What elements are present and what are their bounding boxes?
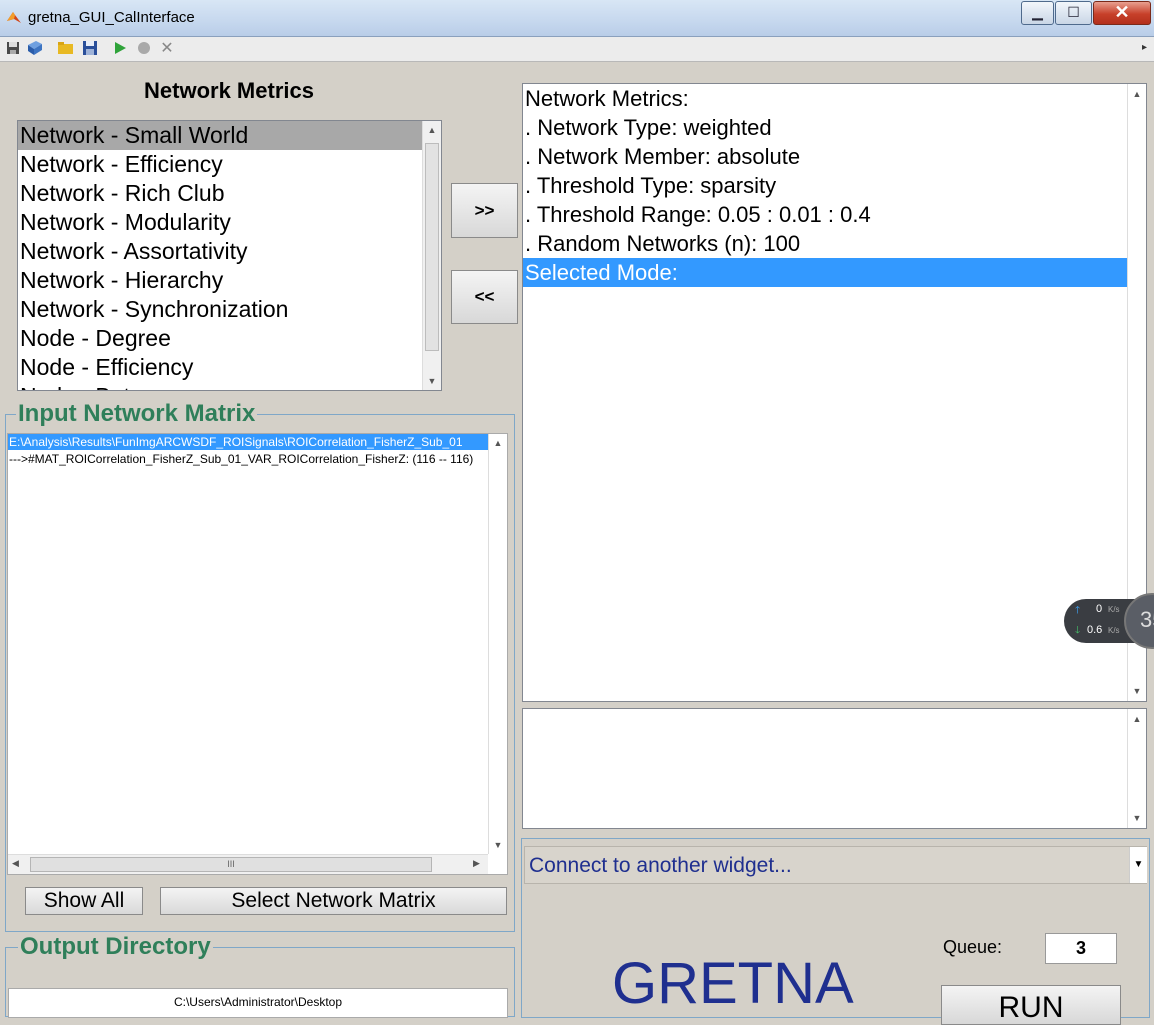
matrix-list[interactable]: E:\Analysis\Results\FunImgARCWSDF_ROISig… <box>7 433 508 875</box>
info-line-selected[interactable]: Selected Mode: <box>525 258 678 287</box>
save-icon[interactable] <box>4 40 22 58</box>
download-unit: K/s <box>1108 626 1120 635</box>
message-box[interactable]: ▲ ▼ <box>522 708 1147 829</box>
connect-widget-label: Connect to another widget... <box>529 854 792 877</box>
queue-label: Queue: <box>943 937 1003 957</box>
info-line[interactable]: . Network Member: absolute <box>525 142 800 171</box>
scroll-right-icon[interactable]: ▶ <box>473 858 480 869</box>
minimize-button[interactable]: ▁ <box>1021 1 1054 25</box>
add-metric-button[interactable]: >> <box>451 183 518 238</box>
maximize-icon: ☐ <box>1067 4 1080 20</box>
info-line[interactable]: . Random Networks (n): 100 <box>525 229 800 258</box>
scroll-down-icon[interactable]: ▼ <box>489 838 507 852</box>
info-line[interactable]: Network Metrics: <box>525 84 689 113</box>
matlab-icon <box>6 9 22 25</box>
upload-unit: K/s <box>1108 605 1120 614</box>
minimize-icon: ▁ <box>1032 4 1043 20</box>
matrix-hscrollbar[interactable]: ◀ III ▶ <box>8 854 488 874</box>
toolbar: ✕ ▸ <box>0 37 1154 62</box>
selected-metrics-list[interactable]: Network Metrics: . Network Type: weighte… <box>522 83 1147 702</box>
run-button[interactable]: RUN <box>941 985 1121 1025</box>
chevron-down-icon[interactable]: ▼ <box>1129 847 1147 883</box>
matrix-vscrollbar[interactable]: ▲ ▼ <box>488 434 507 854</box>
close-button[interactable]: ✕ <box>1093 1 1151 25</box>
metric-item[interactable]: Network - Synchronization <box>20 295 288 324</box>
upload-arrow-icon: 🡑 <box>1075 605 1081 616</box>
connect-widget-dropdown[interactable]: Connect to another widget... ▼ <box>524 846 1147 884</box>
scroll-up-icon[interactable]: ▲ <box>1128 87 1146 101</box>
output-dir-field[interactable]: C:\Users\Administrator\Desktop <box>8 988 508 1018</box>
metric-item[interactable]: Network - Efficiency <box>20 150 223 179</box>
metric-item[interactable]: Node - Efficiency <box>20 353 193 382</box>
scroll-down-icon[interactable]: ▼ <box>423 374 441 388</box>
scroll-thumb[interactable] <box>425 143 439 351</box>
stop-icon[interactable] <box>135 40 153 58</box>
metric-item[interactable]: Node - Betweenness <box>20 382 234 390</box>
scroll-up-icon[interactable]: ▲ <box>1128 712 1146 726</box>
save-disk-icon[interactable] <box>81 40 99 58</box>
matrix-path-line[interactable]: E:\Analysis\Results\FunImgARCWSDF_ROISig… <box>9 434 487 450</box>
scroll-up-icon[interactable]: ▲ <box>423 123 441 137</box>
matrix-variable-line[interactable]: --->#MAT_ROICorrelation_FisherZ_Sub_01_V… <box>9 451 487 467</box>
info-line[interactable]: . Threshold Range: 0.05 : 0.01 : 0.4 <box>525 200 871 229</box>
scroll-left-icon[interactable]: ◀ <box>12 858 19 869</box>
open-folder-icon[interactable] <box>57 40 75 58</box>
remove-metric-button[interactable]: << <box>451 270 518 324</box>
gretna-logo: GRETNA <box>612 951 854 1016</box>
upload-speed: 0 <box>1096 603 1103 615</box>
title-bar[interactable]: gretna_GUI_CalInterface ▁ ☐ ✕ <box>0 0 1154 37</box>
metrics-list[interactable]: Network - Small World Network - Efficien… <box>17 120 442 391</box>
metrics-title: Network Metrics <box>144 78 314 103</box>
metrics-scrollbar[interactable]: ▲ ▼ <box>422 121 441 390</box>
metric-item[interactable]: Network - Modularity <box>20 208 231 237</box>
memory-badge[interactable]: 35 <box>1124 593 1154 649</box>
info-line[interactable]: . Network Type: weighted <box>525 113 772 142</box>
metric-item[interactable]: Network - Small World <box>20 121 248 150</box>
run-icon[interactable] <box>111 40 129 58</box>
metric-item[interactable]: Network - Hierarchy <box>20 266 223 295</box>
hscroll-thumb[interactable]: III <box>30 857 432 872</box>
memory-badge-value: 35 <box>1140 607 1154 632</box>
scroll-down-icon[interactable]: ▼ <box>1128 684 1146 698</box>
metric-item[interactable]: Node - Degree <box>20 324 171 353</box>
download-speed: 0.6 <box>1087 624 1103 636</box>
show-all-button[interactable]: Show All <box>25 887 143 915</box>
scroll-down-icon[interactable]: ▼ <box>1128 811 1146 825</box>
download-arrow-icon: 🡓 <box>1075 625 1081 636</box>
close-icon[interactable]: ✕ <box>158 40 176 58</box>
book-icon[interactable] <box>26 40 44 58</box>
netspeed-widget[interactable]: 🡑 0 K/s 🡓 0.6 K/s 35 <box>1064 593 1154 649</box>
close-icon: ✕ <box>1114 2 1130 22</box>
queue-input[interactable]: 3 <box>1045 933 1117 964</box>
input-matrix-title: Input Network Matrix <box>16 400 258 428</box>
maximize-button[interactable]: ☐ <box>1055 1 1092 25</box>
window-title: gretna_GUI_CalInterface <box>28 9 195 26</box>
select-network-matrix-button[interactable]: Select Network Matrix <box>160 887 507 915</box>
metric-item[interactable]: Network - Rich Club <box>20 179 225 208</box>
metric-item[interactable]: Network - Assortativity <box>20 237 248 266</box>
scroll-up-icon[interactable]: ▲ <box>489 436 507 450</box>
message-scrollbar[interactable]: ▲ ▼ <box>1127 709 1146 828</box>
output-dir-title: Output Directory <box>18 933 213 961</box>
info-line[interactable]: . Threshold Type: sparsity <box>525 171 776 200</box>
toolbar-overflow-icon[interactable]: ▸ <box>1142 42 1147 53</box>
